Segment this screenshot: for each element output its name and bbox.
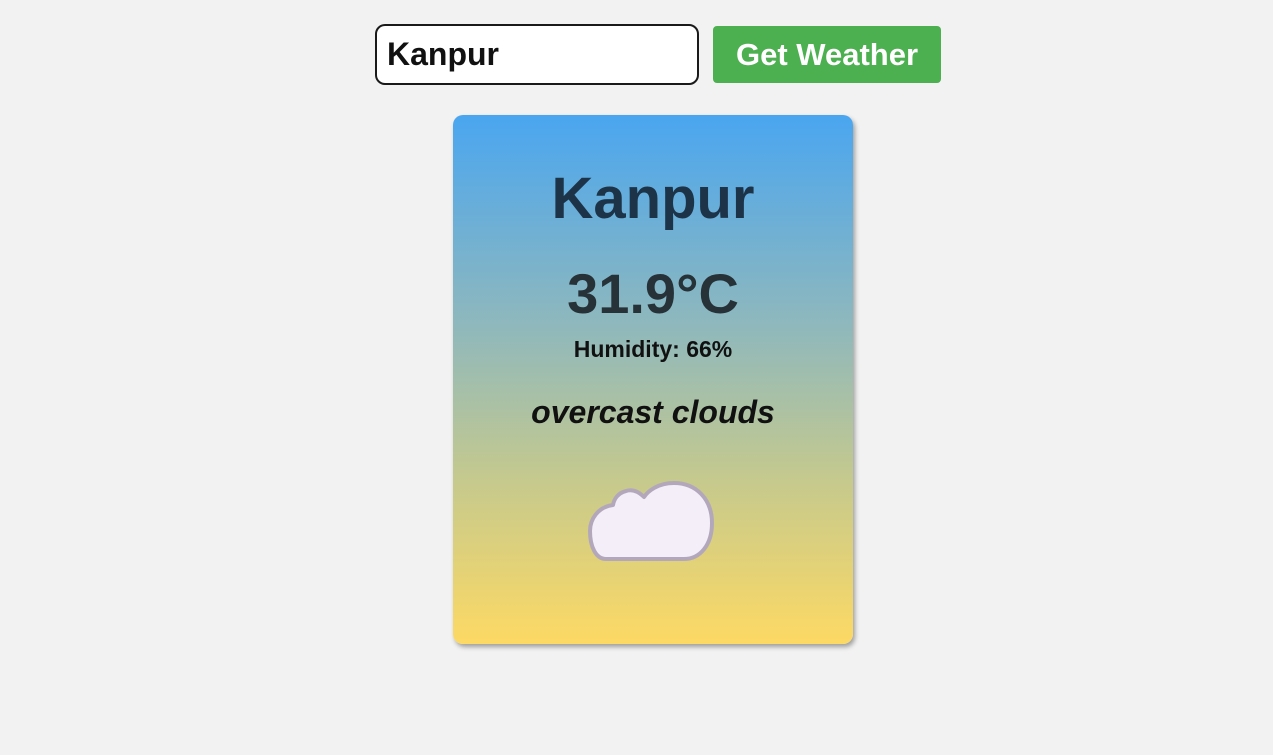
humidity-value: Humidity: 66%	[573, 336, 733, 362]
weather-description: overcast clouds	[531, 394, 775, 430]
city-name: Kanpur	[551, 166, 755, 231]
weather-card: Kanpur 31.9°C Humidity: 66% overcast clo…	[453, 115, 853, 644]
city-search-input[interactable]	[375, 24, 699, 85]
temperature-value: 31.9°C	[567, 262, 739, 325]
get-weather-button[interactable]: Get Weather	[713, 26, 941, 83]
cloud-icon	[588, 481, 714, 561]
search-bar: Get Weather	[375, 24, 941, 85]
